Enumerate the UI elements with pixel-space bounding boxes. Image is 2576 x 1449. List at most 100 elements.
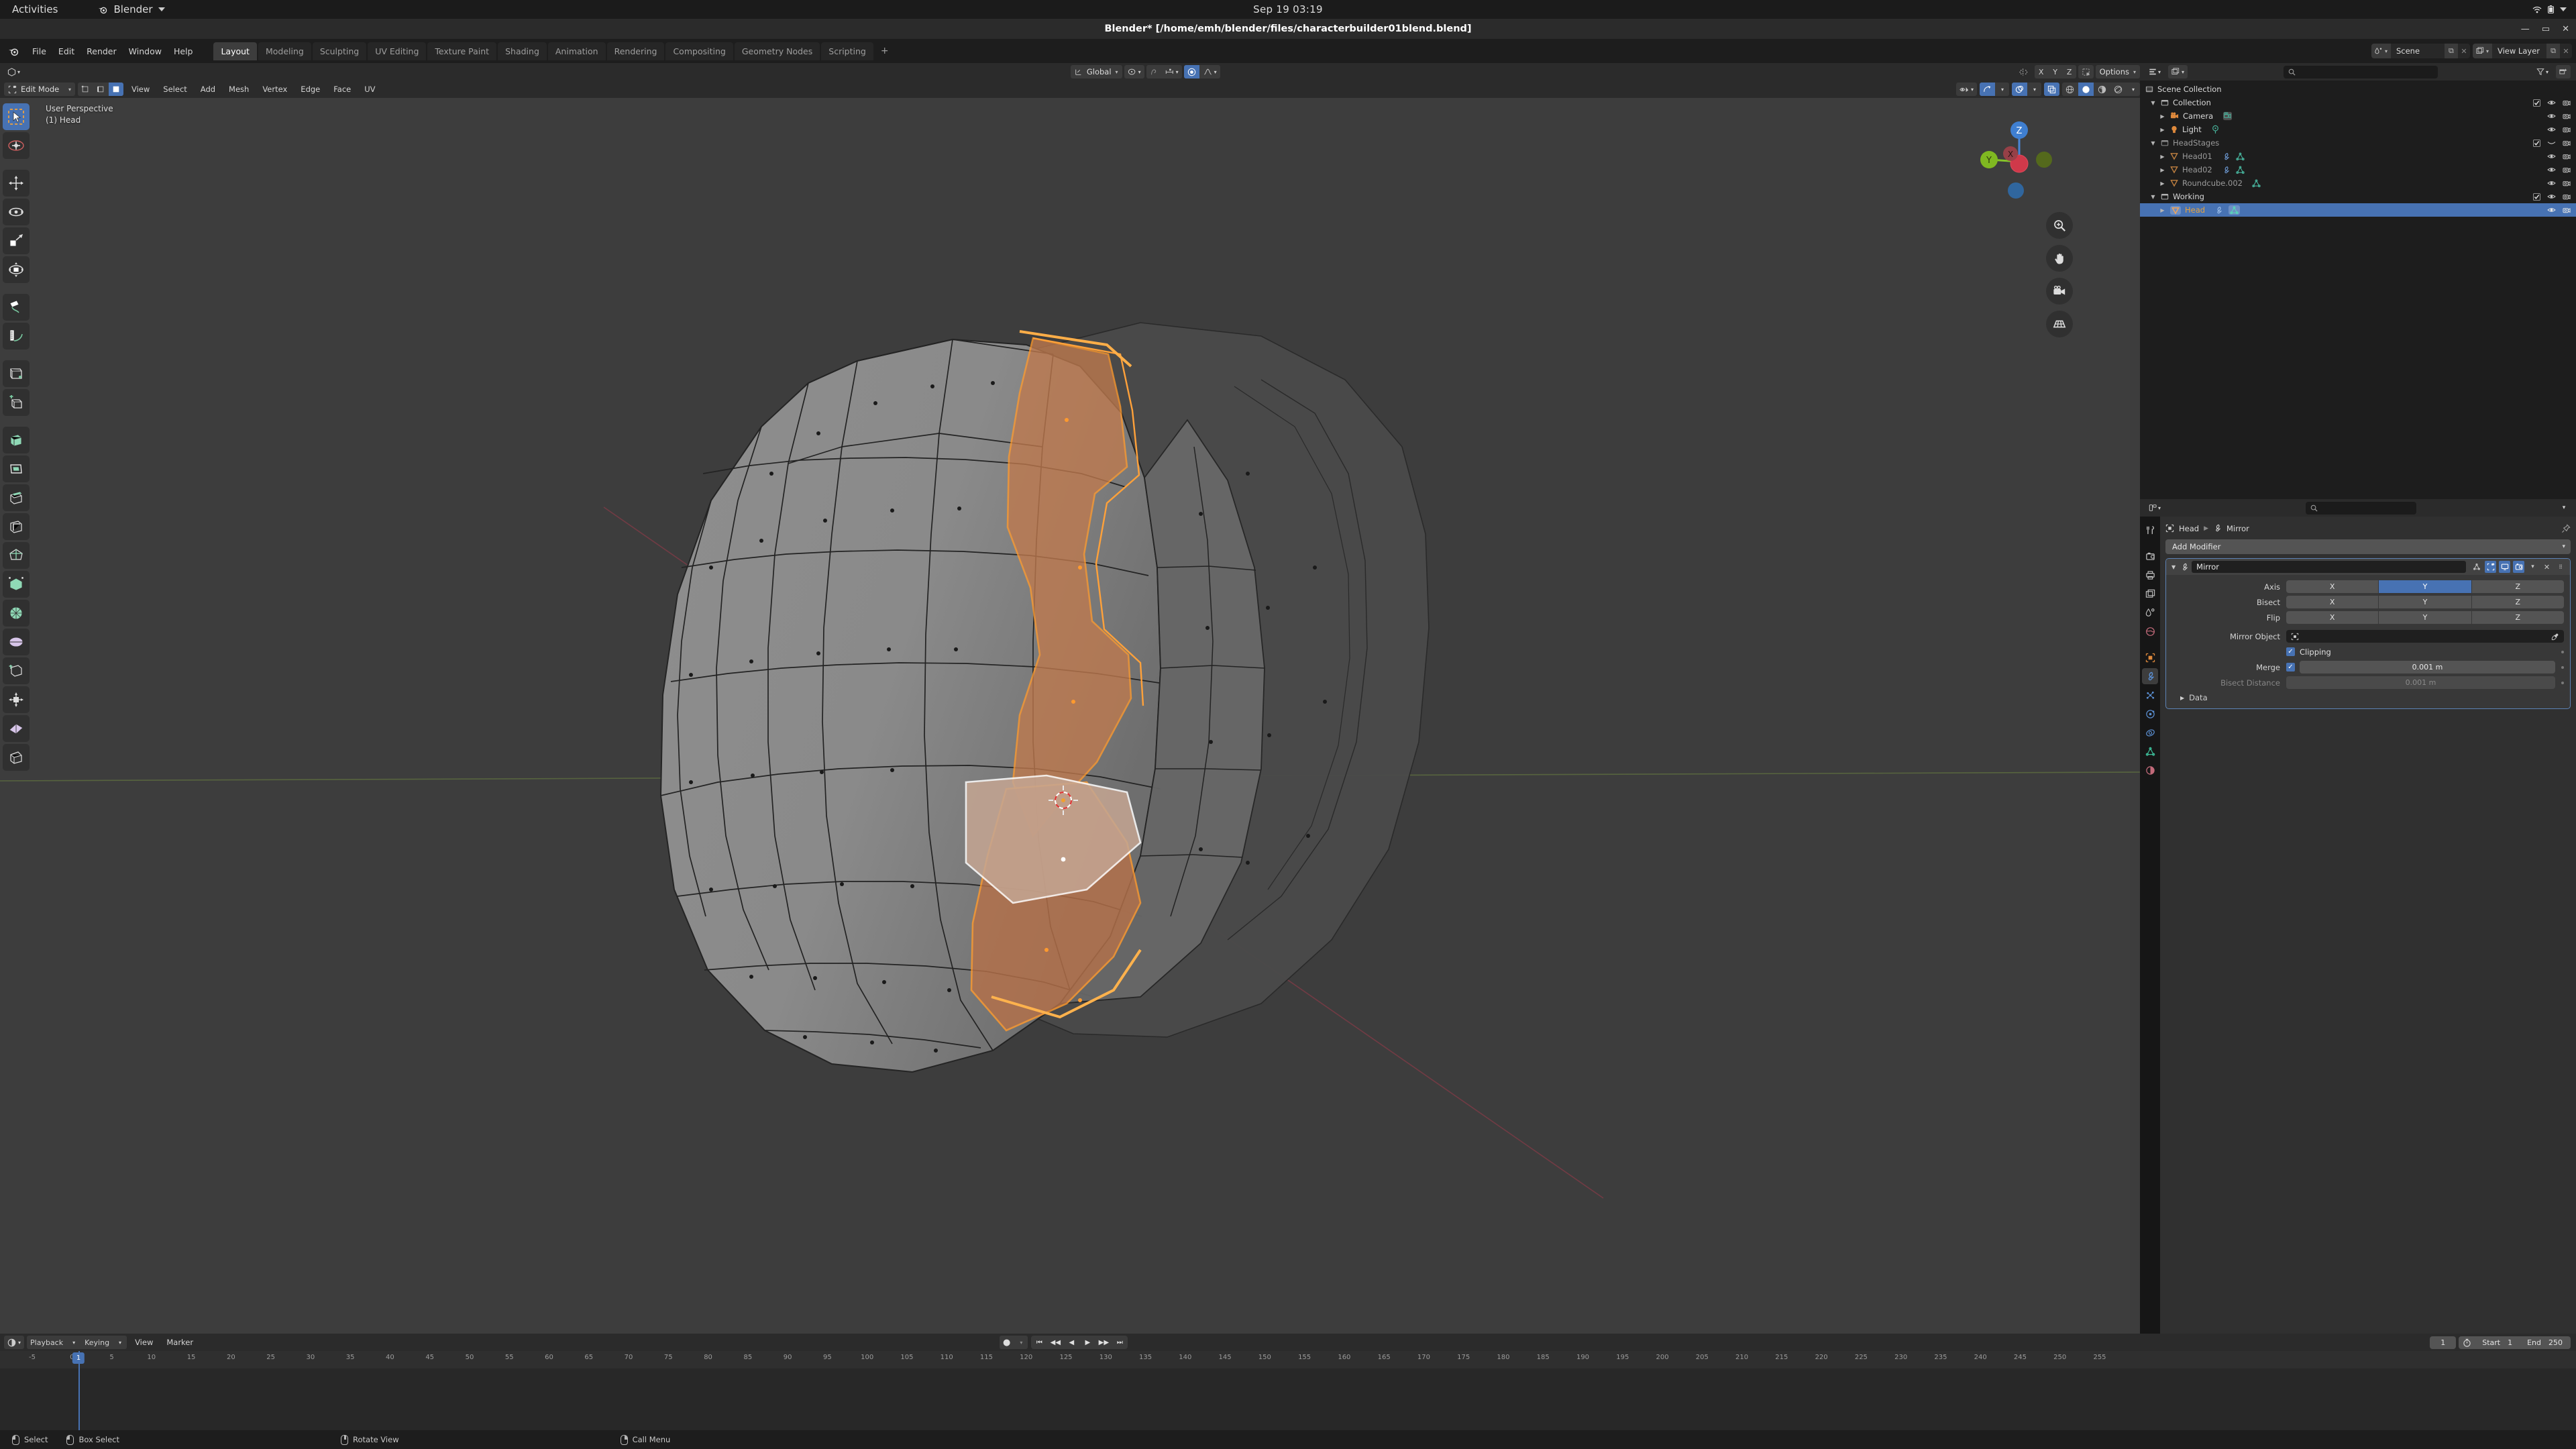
current-frame-field[interactable]: 1 (2430, 1336, 2457, 1349)
axis-y-button[interactable]: Y (2379, 580, 2471, 593)
disclosure-triangle-icon[interactable]: ▶ (2159, 154, 2166, 160)
camera-render-icon[interactable] (2563, 193, 2571, 201)
tool-inset-faces[interactable] (3, 427, 30, 453)
timeline-menu-marker[interactable]: Marker (161, 1336, 199, 1349)
checkbox-icon[interactable] (2533, 99, 2540, 107)
render-display-icon[interactable] (2513, 561, 2524, 573)
minimize-icon[interactable]: — (2521, 24, 2530, 34)
outliner-row-roundcube[interactable]: ▶ Roundcube.002 (2140, 176, 2576, 190)
outliner-row-camera[interactable]: ▶ Camera (2140, 109, 2576, 123)
bisect-z-button[interactable]: Z (2471, 596, 2564, 608)
mesh-data-icon[interactable] (2229, 205, 2241, 215)
merge-value-field[interactable]: 0.001 m (2300, 661, 2555, 674)
bisect-x-button[interactable]: X (2286, 596, 2379, 608)
eye-icon[interactable] (2547, 180, 2556, 186)
eye-icon[interactable] (2547, 166, 2556, 173)
tab-geometry-nodes[interactable]: Geometry Nodes (734, 42, 820, 60)
tab-compositing[interactable]: Compositing (665, 42, 733, 60)
breadcrumb-object[interactable]: Head (2179, 524, 2199, 533)
blender-logo-icon[interactable] (8, 46, 19, 57)
timeline-ruler[interactable]: -505101520253035404550556065707580859095… (0, 1351, 2576, 1368)
disclosure-triangle-icon[interactable]: ▶ (2159, 207, 2166, 213)
mirror-axis-x[interactable]: X (2034, 65, 2048, 78)
tool-poly-build[interactable] (3, 542, 30, 569)
topology-mirror-button[interactable] (2078, 65, 2094, 78)
camera-render-icon[interactable] (2563, 99, 2571, 107)
pin-icon[interactable] (2561, 523, 2571, 533)
animate-property-dot-icon[interactable] (2561, 650, 2564, 653)
tool-loop-cut[interactable] (3, 484, 30, 511)
modifier-icon[interactable] (2222, 152, 2231, 161)
mesh-data-icon[interactable] (2236, 166, 2245, 174)
timeline-menu-playback[interactable]: Playback (27, 1336, 67, 1349)
camera-render-icon[interactable] (2563, 113, 2571, 120)
auto-keying-button[interactable]: ● (1000, 1336, 1014, 1349)
tab-output[interactable] (2142, 567, 2158, 583)
tab-animation[interactable]: Animation (547, 42, 606, 60)
tool-spin[interactable] (3, 571, 30, 598)
mirror-axis-z[interactable]: Z (2062, 65, 2076, 78)
viewport-canvas[interactable]: User Perspective (1) Head Z Y X (0, 98, 2140, 1334)
viewport-menu-add[interactable]: Add (195, 83, 221, 96)
viewport-menu-view[interactable]: View (126, 83, 155, 96)
viewport-menu-vertex[interactable]: Vertex (257, 83, 292, 96)
os-clock[interactable]: Sep 19 03:19 (0, 3, 2576, 15)
tool-rotate[interactable] (3, 199, 30, 225)
snap-toggle-button[interactable] (1146, 65, 1161, 78)
tool-bevel[interactable] (3, 455, 30, 482)
mirror-object-field[interactable] (2286, 630, 2564, 643)
disclosure-triangle-icon[interactable]: ▼ (2149, 194, 2157, 200)
tab-scene[interactable] (2142, 604, 2158, 621)
next-keyframe-button[interactable]: ▶▶ (1095, 1336, 1112, 1349)
editor-type-icon[interactable]: ▾ (2145, 501, 2164, 515)
flip-z-button[interactable]: Z (2471, 611, 2564, 624)
modifier-drag-handle-icon[interactable]: ⠿ (2555, 561, 2567, 573)
disclosure-triangle-icon[interactable]: ▶ (2159, 180, 2166, 186)
camera-view-button[interactable] (2046, 278, 2073, 305)
outliner-display-mode[interactable]: ▾ (2168, 65, 2188, 78)
edit-mode-display-icon[interactable] (2485, 561, 2496, 573)
outliner-row-head01[interactable]: ▶ Head01 (2140, 150, 2576, 163)
animate-property-dot-icon[interactable] (2561, 665, 2564, 669)
tab-layout[interactable]: Layout (213, 42, 257, 60)
camera-data-icon[interactable] (2222, 111, 2233, 121)
proportional-edit-toggle[interactable] (1183, 65, 1199, 78)
tab-scripting[interactable]: Scripting (821, 42, 873, 60)
toggle-orthographic-button[interactable] (2046, 311, 2073, 337)
timeline-menu-keying-chevron-icon[interactable]: ▾ (113, 1336, 127, 1349)
outliner-search-input[interactable] (2283, 65, 2438, 78)
modifier-icon[interactable] (2214, 206, 2223, 215)
overlays-toggle-button[interactable] (2012, 83, 2027, 96)
tool-shrink-fatten[interactable] (3, 657, 30, 684)
menu-window[interactable]: Window (123, 44, 168, 59)
tab-material[interactable] (2142, 762, 2158, 778)
add-modifier-button[interactable]: Add Modifier ▾ (2165, 539, 2571, 554)
properties-search-input[interactable] (2305, 501, 2416, 515)
eye-icon[interactable] (2547, 153, 2556, 160)
outliner-row-head[interactable]: ▶ Head (2140, 203, 2576, 217)
disclosure-triangle-icon[interactable]: ▶ (2159, 127, 2166, 133)
timeline-menu-keying[interactable]: Keying (81, 1336, 113, 1349)
axis-z-button[interactable]: Z (2471, 580, 2564, 593)
tool-extra[interactable] (3, 744, 30, 771)
mesh-data-icon[interactable] (2252, 179, 2261, 188)
editor-type-icon[interactable]: ▾ (2145, 65, 2164, 78)
outliner-row-light[interactable]: ▶ Light (2140, 123, 2576, 136)
zoom-view-button[interactable] (2046, 212, 2073, 239)
disclosure-triangle-icon[interactable]: ▼ (2149, 140, 2157, 146)
tool-extrude-region[interactable] (3, 389, 30, 416)
tool-rip-region[interactable] (3, 715, 30, 742)
gizmo-toggle-button[interactable] (1980, 83, 1995, 96)
window-controls[interactable]: — ▭ ✕ (2521, 19, 2569, 39)
realtime-display-icon[interactable] (2499, 561, 2510, 573)
scene-selector[interactable]: ▾ Scene ⧉ ✕ (2371, 44, 2470, 58)
axis-x-button[interactable]: X (2286, 580, 2379, 593)
tab-particles[interactable] (2142, 687, 2158, 703)
new-scene-button[interactable]: ⧉ (2444, 44, 2458, 58)
camera-render-icon[interactable] (2563, 207, 2571, 214)
viewport-menu-face[interactable]: Face (328, 83, 356, 96)
mirror-axis-y[interactable]: Y (2048, 65, 2062, 78)
previous-keyframe-button[interactable]: ◀◀ (1047, 1336, 1063, 1349)
tool-tweak[interactable] (3, 103, 30, 130)
eye-closed-icon[interactable] (2547, 140, 2556, 146)
